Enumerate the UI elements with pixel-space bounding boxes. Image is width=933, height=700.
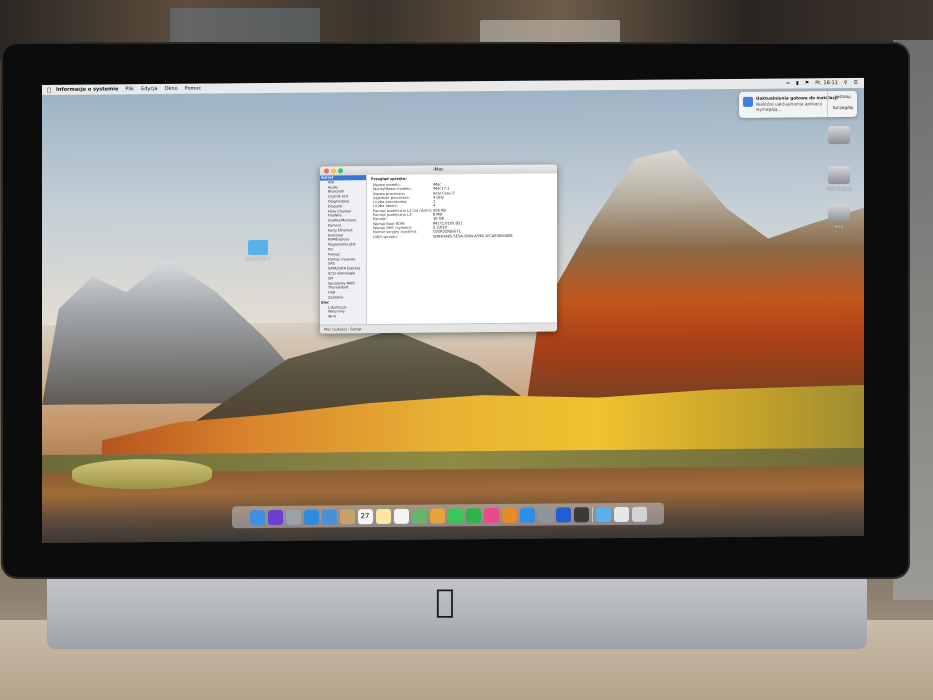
- zoom-button[interactable]: [338, 168, 343, 174]
- folder-label: Nowy folder: [246, 256, 270, 262]
- disk-icon[interactable]: [828, 165, 850, 185]
- notification-divider: [827, 91, 828, 118]
- apple-logo-icon: : [430, 584, 460, 618]
- disk-label: HDD: [834, 224, 844, 230]
- shelf-box: [170, 8, 320, 48]
- folder-icon[interactable]: [595, 506, 611, 522]
- dock: 27: [232, 502, 664, 529]
- apple-menu-icon[interactable]: : [42, 86, 56, 93]
- spec-row: UUID sprzętu: 5DB83A85-5E5A-5684-A598-1FC…: [367, 233, 557, 239]
- folder-icon[interactable]: [248, 240, 268, 256]
- disk-icon[interactable]: [828, 203, 850, 223]
- update-notification[interactable]: Uaktualnienia gotowe do instalacji Niekt…: [739, 90, 857, 118]
- dock-separator: [591, 506, 593, 522]
- system-information-window: iMac Sprzęt ATA Audio Bluetooth Czytnik kar…: [320, 164, 557, 334]
- menu-window[interactable]: Okno: [165, 86, 178, 92]
- menu-help[interactable]: Pomoc: [185, 86, 202, 92]
- flag-icon[interactable]: ⚑: [805, 80, 809, 86]
- menu-extras: ≈ ▮ ⚑ Pt. 16:11 ⚲ ☰: [786, 80, 864, 87]
- disk-label: Dysk zapasu: [826, 185, 852, 192]
- utility-icon[interactable]: [555, 506, 571, 523]
- wallpaper-meadow: [72, 458, 212, 490]
- downloads-icon[interactable]: [613, 506, 629, 522]
- facetime-icon[interactable]: [465, 507, 481, 523]
- spotlight-icon[interactable]: ⚲: [844, 80, 848, 86]
- launchpad-icon[interactable]: [285, 509, 301, 525]
- maps-icon[interactable]: [411, 508, 427, 524]
- sidebar: Sprzęt ATA Audio Bluetooth Czytnik kart Diag…: [320, 175, 367, 326]
- menu-app-name[interactable]: Informacje o systemie: [56, 86, 118, 93]
- window-title: iMac: [433, 167, 444, 173]
- system-preferences-icon[interactable]: [537, 507, 553, 523]
- itunes-icon[interactable]: [483, 507, 499, 523]
- mail-icon[interactable]: [321, 508, 337, 525]
- trash-icon[interactable]: [631, 506, 647, 522]
- flag-icon[interactable]: [573, 506, 589, 522]
- path-bar: Mac (Lukasz) › Sprzęt: [320, 322, 557, 334]
- sidebar-item[interactable]: Wi-Fi: [320, 314, 366, 319]
- calendar-icon[interactable]: 27: [357, 508, 373, 524]
- menu-file[interactable]: Plik: [125, 86, 134, 92]
- siri-icon[interactable]: [267, 509, 283, 525]
- screen:  Informacje o systemie Plik Edycja Okno…: [42, 77, 864, 544]
- finder-icon[interactable]: [249, 509, 265, 525]
- hardware-overview: Przegląd sprzętu: Nazwa modelu: iMac Ident…: [367, 173, 557, 326]
- notification-body: Niektóre uaktualnienia aplikacji wymagaj…: [756, 101, 822, 112]
- ibooks-icon[interactable]: [501, 507, 517, 523]
- close-button[interactable]: [324, 168, 329, 174]
- window-controls: [324, 168, 343, 174]
- app-store-icon[interactable]: [519, 507, 535, 523]
- disk-icon[interactable]: [828, 125, 850, 145]
- reminders-icon[interactable]: [393, 508, 409, 524]
- notes-icon[interactable]: [375, 508, 391, 524]
- notification-title: Uaktualnienia gotowe do instalacji: [756, 95, 838, 101]
- notification-install-button[interactable]: Instaluj: [831, 94, 855, 99]
- menu-clock[interactable]: Pt. 16:11: [815, 80, 838, 86]
- notification-details-button[interactable]: Szczegóły: [831, 105, 855, 110]
- wifi-icon[interactable]: ≈: [786, 80, 790, 86]
- messages-icon[interactable]: [447, 507, 463, 523]
- contacts-icon[interactable]: [339, 508, 355, 524]
- spec-value: 5DB83A85-5E5A-5684-A598-1FCAE3650808: [433, 233, 513, 239]
- battery-icon[interactable]: ▮: [796, 80, 799, 86]
- safari-icon[interactable]: [303, 509, 319, 525]
- minimize-button[interactable]: [331, 168, 336, 174]
- spec-key: UUID sprzętu:: [373, 234, 398, 239]
- menu-edit[interactable]: Edycja: [141, 86, 158, 92]
- app-store-icon: [743, 96, 753, 107]
- notification-center-icon[interactable]: ☰: [854, 80, 858, 86]
- photos-icon[interactable]: [429, 507, 445, 524]
